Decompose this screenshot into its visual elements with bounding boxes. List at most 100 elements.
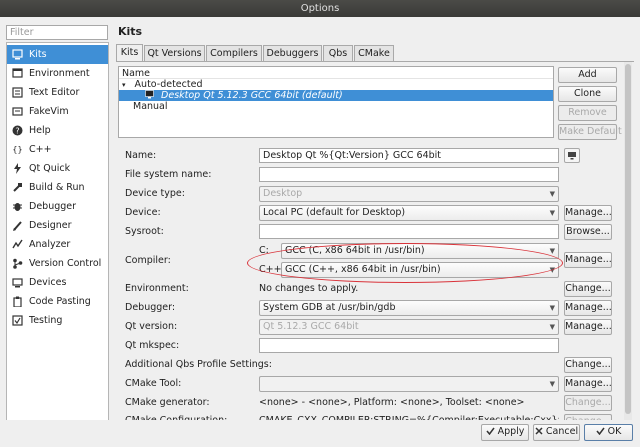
window-title: Options xyxy=(300,3,340,14)
chevron-down-icon: ▼ xyxy=(549,323,555,331)
sidebar-item-text-editor[interactable]: Text Editor xyxy=(7,83,108,102)
qbs-change-button[interactable]: Change... xyxy=(564,357,612,373)
device-manage-button[interactable]: Manage... xyxy=(564,205,612,221)
remove-button[interactable]: Remove xyxy=(558,105,617,121)
tab-debuggers[interactable]: Debuggers xyxy=(263,45,322,61)
tab-qt-versions[interactable]: Qt Versions xyxy=(144,45,205,61)
checkmark-icon xyxy=(485,426,495,437)
analyzer-icon xyxy=(12,239,23,250)
make-default-button[interactable]: Make Default xyxy=(558,124,622,140)
tree-header-name[interactable]: Name xyxy=(119,68,553,79)
sidebar-item-label: Version Control xyxy=(29,258,102,269)
environment-value: No changes to apply. xyxy=(259,283,359,294)
cancel-button[interactable]: Cancel xyxy=(533,424,580,441)
name-field[interactable]: Desktop Qt %{Qt:Version} GCC 64bit xyxy=(259,148,559,163)
kit-icon-button[interactable] xyxy=(564,148,580,163)
ok-label: OK xyxy=(607,426,622,437)
sidebar-item-fakevim[interactable]: FakeVim xyxy=(7,102,108,121)
sysroot-field[interactable] xyxy=(259,224,559,239)
qt-mkspec-field[interactable] xyxy=(259,338,559,353)
sidebar-item-help[interactable]: ? Help xyxy=(7,121,108,140)
cancel-label: Cancel xyxy=(545,426,579,437)
sidebar-item-devices[interactable]: Devices xyxy=(7,273,108,292)
debugger-manage-button[interactable]: Manage... xyxy=(564,300,612,316)
cpp-icon: {} xyxy=(12,145,23,154)
monitor-icon xyxy=(145,90,154,101)
sysroot-label: Sysroot: xyxy=(125,226,164,237)
device-type-value: Desktop xyxy=(263,188,303,199)
code-pasting-icon xyxy=(12,296,23,308)
environment-change-button[interactable]: Change... xyxy=(564,281,612,297)
tab-compilers[interactable]: Compilers xyxy=(206,45,262,61)
expand-arrow-icon[interactable]: ▾ xyxy=(122,81,126,89)
sidebar-item-label: Designer xyxy=(29,220,72,231)
sidebar-item-label: Environment xyxy=(29,68,90,79)
tab-kits[interactable]: Kits xyxy=(116,44,143,61)
cmake-tool-manage-button[interactable]: Manage... xyxy=(564,376,612,392)
qt-mkspec-label: Qt mkspec: xyxy=(125,340,180,351)
qt-version-manage-button[interactable]: Manage... xyxy=(564,319,612,335)
checkmark-icon xyxy=(596,426,605,437)
cmake-tool-combo[interactable]: ▼ xyxy=(259,376,559,392)
sidebar-item-label: Testing xyxy=(29,315,63,326)
sidebar-item-label: FakeVim xyxy=(29,106,69,117)
sidebar-item-label: Text Editor xyxy=(29,87,80,98)
device-combo[interactable]: Local PC (default for Desktop) ▼ xyxy=(259,205,559,221)
environment-icon xyxy=(12,68,23,79)
qbs-profile-label: Additional Qbs Profile Settings: xyxy=(125,359,272,370)
tree-group-manual[interactable]: Manual xyxy=(119,101,553,112)
sidebar-item-designer[interactable]: Designer xyxy=(7,216,108,235)
devices-icon xyxy=(12,277,23,288)
file-system-name-field[interactable] xyxy=(259,167,559,182)
sidebar-item-label: Qt Quick xyxy=(29,163,71,174)
sidebar-item-cpp[interactable]: {} C++ xyxy=(7,140,108,159)
sidebar-item-code-pasting[interactable]: Code Pasting xyxy=(7,292,108,311)
sidebar-item-label: C++ xyxy=(29,144,52,155)
tree-group-auto-detected[interactable]: ▾ Auto-detected xyxy=(119,79,553,90)
red-annotation-ellipse xyxy=(247,243,563,283)
options-sidebar: Kits Environment Text Editor FakeVim ? H… xyxy=(6,42,109,438)
environment-label: Environment: xyxy=(125,283,189,294)
device-type-combo[interactable]: Desktop ▼ xyxy=(259,186,559,202)
sidebar-item-environment[interactable]: Environment xyxy=(7,64,108,83)
window-title-bar: Options xyxy=(0,0,640,17)
sidebar-item-label: Devices xyxy=(29,277,67,288)
debugger-icon xyxy=(12,201,23,212)
sidebar-item-analyzer[interactable]: Analyzer xyxy=(7,235,108,254)
tree-group-label: Auto-detected xyxy=(134,79,203,90)
designer-icon xyxy=(12,220,23,231)
compiler-manage-button[interactable]: Manage... xyxy=(564,252,612,268)
sidebar-item-qt-quick[interactable]: Qt Quick xyxy=(7,159,108,178)
sidebar-item-version-control[interactable]: Version Control xyxy=(7,254,108,273)
cmake-generator-change-button[interactable]: Change... xyxy=(564,395,612,411)
sidebar-item-testing[interactable]: Testing xyxy=(7,311,108,330)
tab-bar-divider xyxy=(116,61,634,62)
sidebar-item-kits[interactable]: Kits xyxy=(7,45,108,64)
clone-button[interactable]: Clone xyxy=(558,86,617,102)
add-button[interactable]: Add xyxy=(558,67,617,83)
tab-cmake[interactable]: CMake xyxy=(354,45,394,61)
sidebar-item-build-run[interactable]: Build & Run xyxy=(7,178,108,197)
kit-tree[interactable]: Name ▾ Auto-detected Desktop Qt 5.12.3 G… xyxy=(118,66,554,138)
tree-kit-desktop[interactable]: Desktop Qt 5.12.3 GCC 64bit (default) xyxy=(119,90,553,101)
name-label: Name: xyxy=(125,150,157,161)
tab-qbs[interactable]: Qbs xyxy=(323,45,353,61)
version-control-icon xyxy=(12,258,23,269)
sidebar-item-label: Code Pasting xyxy=(29,296,91,307)
chevron-down-icon: ▼ xyxy=(549,380,555,388)
sysroot-browse-button[interactable]: Browse... xyxy=(564,224,612,240)
device-label: Device: xyxy=(125,207,161,218)
close-icon xyxy=(535,426,543,437)
sidebar-item-label: Debugger xyxy=(29,201,77,212)
form-scrollbar-thumb[interactable] xyxy=(625,64,631,414)
cmake-generator-value: <none> - <none>, Platform: <none>, Tools… xyxy=(259,397,525,408)
qt-version-combo[interactable]: Qt 5.12.3 GCC 64bit ▼ xyxy=(259,319,559,335)
apply-button[interactable]: Apply xyxy=(481,424,529,441)
debugger-value: System GDB at /usr/bin/gdb xyxy=(263,302,396,313)
debugger-combo[interactable]: System GDB at /usr/bin/gdb ▼ xyxy=(259,300,559,316)
chevron-down-icon: ▼ xyxy=(549,304,555,312)
filter-input[interactable]: Filter xyxy=(6,25,108,40)
sidebar-item-label: Build & Run xyxy=(29,182,85,193)
ok-button[interactable]: OK xyxy=(584,424,633,441)
sidebar-item-debugger[interactable]: Debugger xyxy=(7,197,108,216)
